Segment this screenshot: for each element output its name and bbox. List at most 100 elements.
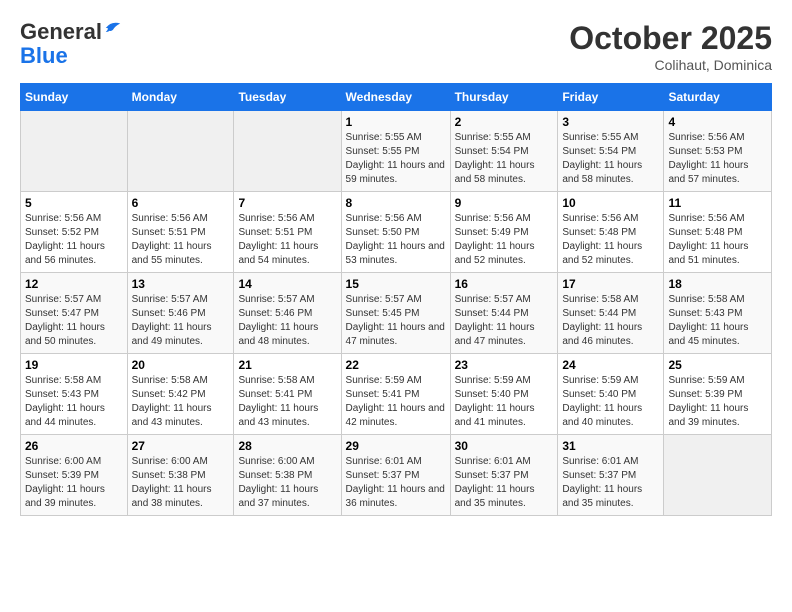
day-info: Sunrise: 5:56 AM Sunset: 5:49 PM Dayligh… — [455, 212, 554, 268]
day-info: Sunrise: 5:56 AM Sunset: 5:53 PM Dayligh… — [668, 131, 767, 187]
day-number: 17 — [562, 277, 659, 291]
calendar-cell: 7 Sunrise: 5:56 AM Sunset: 5:51 PM Daylig… — [234, 192, 341, 273]
calendar-cell: 20Sunrise: 5:58 AM Sunset: 5:42 PM Dayli… — [127, 354, 234, 435]
calendar-cell: 22Sunrise: 5:59 AM Sunset: 5:41 PM Dayli… — [341, 354, 450, 435]
calendar-cell: 16 Sunrise: 5:57 AM Sunset: 5:44 PM Dayli… — [450, 273, 558, 354]
day-number: 2 — [455, 115, 554, 129]
day-number: 11 — [668, 196, 767, 210]
calendar-cell — [664, 435, 772, 516]
day-number: 9 — [455, 196, 554, 210]
day-info: Sunrise: 6:01 AM Sunset: 5:37 PM Dayligh… — [455, 455, 554, 511]
day-info: Sunrise: 6:01 AM Sunset: 5:37 PM Dayligh… — [346, 455, 446, 511]
day-number: 6 — [132, 196, 230, 210]
day-info: Sunrise: 5:56 AM Sunset: 5:48 PM Dayligh… — [562, 212, 659, 268]
day-number: 19 — [25, 358, 123, 372]
day-number: 22 — [346, 358, 446, 372]
logo-general: General — [20, 20, 102, 44]
calendar-cell: 2 Sunrise: 5:55 AM Sunset: 5:54 PM Daylig… — [450, 111, 558, 192]
calendar-cell — [21, 111, 128, 192]
day-number: 21 — [238, 358, 336, 372]
calendar-cell: 25Sunrise: 5:59 AM Sunset: 5:39 PM Dayli… — [664, 354, 772, 435]
calendar-cell: 27 Sunrise: 6:00 AM Sunset: 5:38 PM Dayli… — [127, 435, 234, 516]
day-number: 4 — [668, 115, 767, 129]
calendar-week-row: 26 Sunrise: 6:00 AM Sunset: 5:39 PM Dayli… — [21, 435, 772, 516]
day-info: Sunrise: 5:58 AM Sunset: 5:43 PM Dayligh… — [668, 293, 767, 349]
day-info: Sunrise: 5:58 AM Sunset: 5:44 PM Dayligh… — [562, 293, 659, 349]
calendar-table: SundayMondayTuesdayWednesdayThursdayFrid… — [20, 83, 772, 516]
calendar-cell: 12Sunrise: 5:57 AM Sunset: 5:47 PM Dayli… — [21, 273, 128, 354]
weekday-header-monday: Monday — [127, 84, 234, 111]
day-number: 30 — [455, 439, 554, 453]
day-info: Sunrise: 5:55 AM Sunset: 5:54 PM Dayligh… — [455, 131, 554, 187]
day-number: 3 — [562, 115, 659, 129]
day-info: Sunrise: 5:57 AM Sunset: 5:45 PM Dayligh… — [346, 293, 446, 349]
calendar-cell: 9 Sunrise: 5:56 AM Sunset: 5:49 PM Daylig… — [450, 192, 558, 273]
calendar-cell: 1Sunrise: 5:55 AM Sunset: 5:55 PM Daylig… — [341, 111, 450, 192]
day-info: Sunrise: 5:55 AM Sunset: 5:54 PM Dayligh… — [562, 131, 659, 187]
calendar-cell: 30 Sunrise: 6:01 AM Sunset: 5:37 PM Dayli… — [450, 435, 558, 516]
day-number: 15 — [346, 277, 446, 291]
weekday-header-saturday: Saturday — [664, 84, 772, 111]
day-info: Sunrise: 6:01 AM Sunset: 5:37 PM Dayligh… — [562, 455, 659, 511]
calendar-cell: 10 Sunrise: 5:56 AM Sunset: 5:48 PM Dayli… — [558, 192, 664, 273]
calendar-cell: 13Sunrise: 5:57 AM Sunset: 5:46 PM Dayli… — [127, 273, 234, 354]
day-info: Sunrise: 6:00 AM Sunset: 5:38 PM Dayligh… — [132, 455, 230, 511]
calendar-cell: 4 Sunrise: 5:56 AM Sunset: 5:53 PM Daylig… — [664, 111, 772, 192]
day-info: Sunrise: 5:57 AM Sunset: 5:44 PM Dayligh… — [455, 293, 554, 349]
logo-blue: Blue — [20, 44, 122, 68]
logo-bird-icon — [104, 19, 122, 37]
calendar-cell — [234, 111, 341, 192]
title-block: October 2025 Colihaut, Dominica — [569, 20, 772, 73]
page-header: General Blue October 2025 Colihaut, Domi… — [20, 20, 772, 73]
calendar-cell: 28Sunrise: 6:00 AM Sunset: 5:38 PM Dayli… — [234, 435, 341, 516]
day-number: 29 — [346, 439, 446, 453]
day-number: 27 — [132, 439, 230, 453]
day-number: 7 — [238, 196, 336, 210]
month-title: October 2025 — [569, 20, 772, 57]
calendar-cell — [127, 111, 234, 192]
calendar-cell: 8Sunrise: 5:56 AM Sunset: 5:50 PM Daylig… — [341, 192, 450, 273]
calendar-cell: 21 Sunrise: 5:58 AM Sunset: 5:41 PM Dayli… — [234, 354, 341, 435]
day-info: Sunrise: 5:56 AM Sunset: 5:51 PM Dayligh… — [238, 212, 336, 268]
day-number: 14 — [238, 277, 336, 291]
day-number: 5 — [25, 196, 123, 210]
day-number: 24 — [562, 358, 659, 372]
day-info: Sunrise: 5:58 AM Sunset: 5:41 PM Dayligh… — [238, 374, 336, 430]
day-number: 8 — [346, 196, 446, 210]
calendar-cell: 14Sunrise: 5:57 AM Sunset: 5:46 PM Dayli… — [234, 273, 341, 354]
calendar-cell: 19Sunrise: 5:58 AM Sunset: 5:43 PM Dayli… — [21, 354, 128, 435]
calendar-cell: 5 Sunrise: 5:56 AM Sunset: 5:52 PM Daylig… — [21, 192, 128, 273]
day-number: 12 — [25, 277, 123, 291]
day-number: 10 — [562, 196, 659, 210]
calendar-header-row: SundayMondayTuesdayWednesdayThursdayFrid… — [21, 84, 772, 111]
calendar-cell: 18 Sunrise: 5:58 AM Sunset: 5:43 PM Dayli… — [664, 273, 772, 354]
day-info: Sunrise: 5:56 AM Sunset: 5:48 PM Dayligh… — [668, 212, 767, 268]
calendar-cell: 29 Sunrise: 6:01 AM Sunset: 5:37 PM Dayli… — [341, 435, 450, 516]
day-info: Sunrise: 5:59 AM Sunset: 5:39 PM Dayligh… — [668, 374, 767, 430]
calendar-cell: 3 Sunrise: 5:55 AM Sunset: 5:54 PM Daylig… — [558, 111, 664, 192]
weekday-header-friday: Friday — [558, 84, 664, 111]
calendar-cell: 26 Sunrise: 6:00 AM Sunset: 5:39 PM Dayli… — [21, 435, 128, 516]
weekday-header-wednesday: Wednesday — [341, 84, 450, 111]
day-number: 18 — [668, 277, 767, 291]
calendar-cell: 17 Sunrise: 5:58 AM Sunset: 5:44 PM Dayli… — [558, 273, 664, 354]
day-number: 23 — [455, 358, 554, 372]
day-info: Sunrise: 5:56 AM Sunset: 5:52 PM Dayligh… — [25, 212, 123, 268]
weekday-header-tuesday: Tuesday — [234, 84, 341, 111]
calendar-cell: 24 Sunrise: 5:59 AM Sunset: 5:40 PM Dayli… — [558, 354, 664, 435]
day-number: 13 — [132, 277, 230, 291]
day-number: 26 — [25, 439, 123, 453]
calendar-cell: 15 Sunrise: 5:57 AM Sunset: 5:45 PM Dayli… — [341, 273, 450, 354]
logo: General Blue — [20, 20, 122, 68]
calendar-cell: 11 Sunrise: 5:56 AM Sunset: 5:48 PM Dayli… — [664, 192, 772, 273]
day-info: Sunrise: 5:59 AM Sunset: 5:40 PM Dayligh… — [562, 374, 659, 430]
calendar-cell: 6 Sunrise: 5:56 AM Sunset: 5:51 PM Daylig… — [127, 192, 234, 273]
day-info: Sunrise: 6:00 AM Sunset: 5:39 PM Dayligh… — [25, 455, 123, 511]
day-info: Sunrise: 5:55 AM Sunset: 5:55 PM Dayligh… — [346, 131, 446, 187]
calendar-week-row: 12Sunrise: 5:57 AM Sunset: 5:47 PM Dayli… — [21, 273, 772, 354]
day-info: Sunrise: 5:56 AM Sunset: 5:51 PM Dayligh… — [132, 212, 230, 268]
location-subtitle: Colihaut, Dominica — [569, 57, 772, 73]
day-info: Sunrise: 5:58 AM Sunset: 5:42 PM Dayligh… — [132, 374, 230, 430]
day-number: 31 — [562, 439, 659, 453]
day-number: 16 — [455, 277, 554, 291]
